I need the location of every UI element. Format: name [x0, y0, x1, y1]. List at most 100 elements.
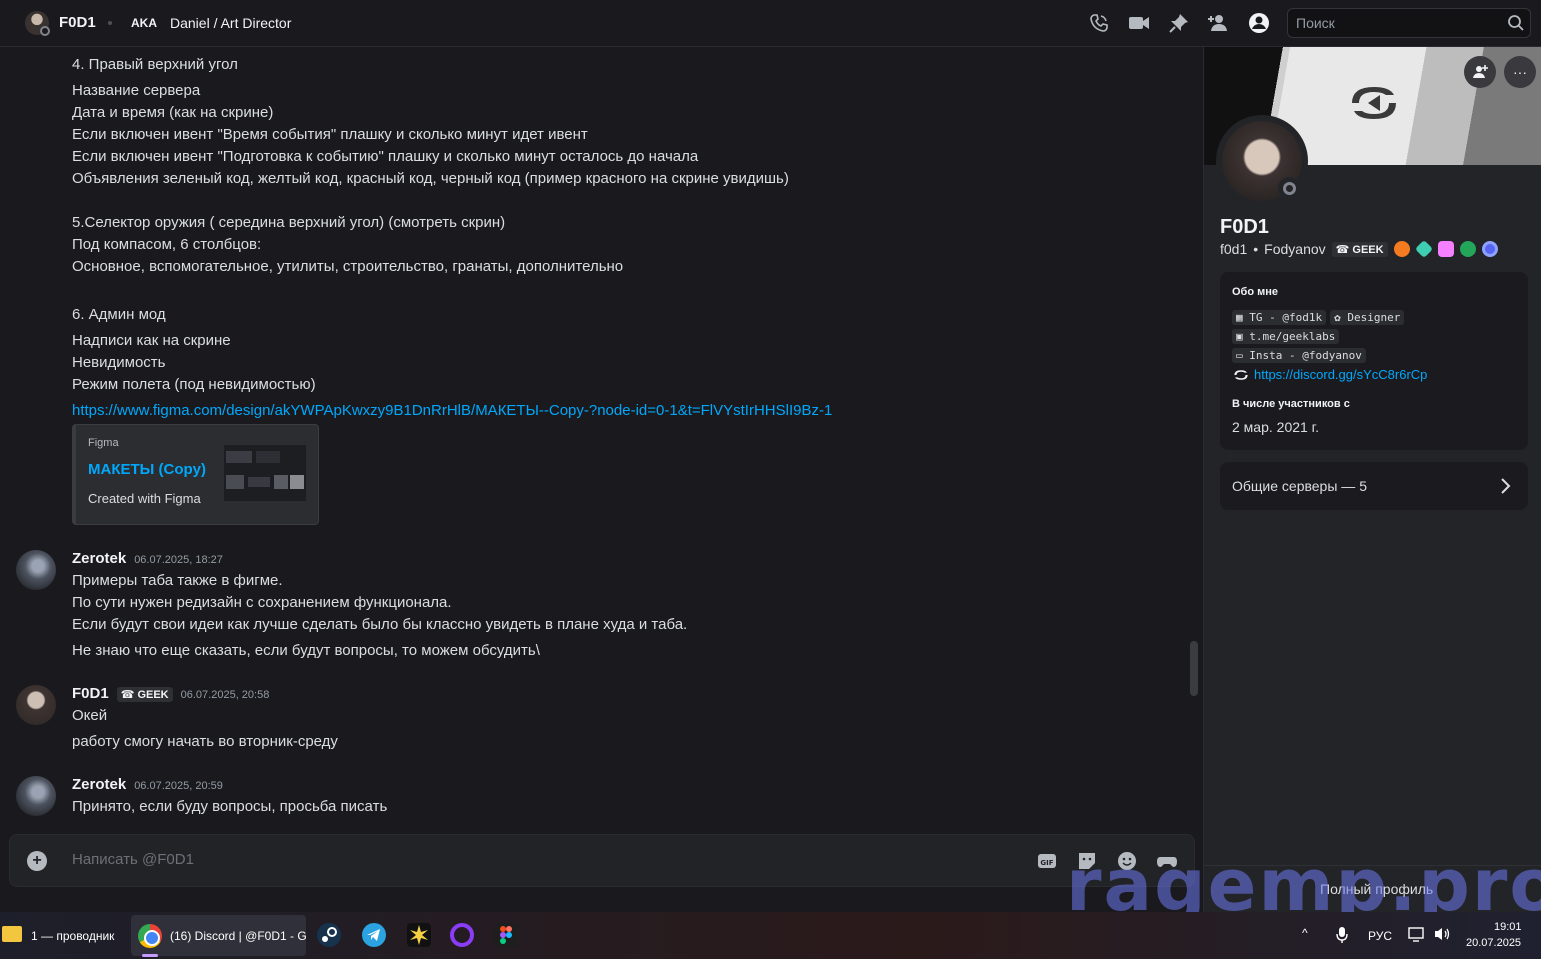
profile-display-name: F0D1 — [1220, 216, 1269, 238]
figma-link[interactable]: https://www.figma.com/design/akYWPApKwxz… — [72, 402, 832, 419]
message-line: Основное, вспомогательное, утилиты, стро… — [72, 258, 624, 275]
profile-pronouns: Fodyanov — [1264, 241, 1326, 257]
badge-hashtag-icon[interactable] — [1459, 241, 1476, 257]
author-name[interactable]: Zerotek — [72, 776, 126, 793]
message-line: Принято, если буду вопросы, просьба писа… — [72, 798, 388, 815]
steam-icon[interactable] — [317, 923, 341, 947]
message-line: Надписи как на скрине — [72, 332, 231, 349]
voice-call-icon[interactable] — [1088, 12, 1110, 34]
more-icon: ··· — [1513, 64, 1527, 80]
author-name[interactable]: F0D1 — [72, 685, 109, 702]
about-line: ▦ TG - @fod1k ✿ Designer — [1232, 310, 1405, 325]
active-indicator — [142, 954, 158, 957]
mutual-servers-row[interactable]: Общие серверы — 5 — [1220, 462, 1528, 510]
message-line: Под компасом, 6 столбцов: — [72, 236, 262, 253]
badge-nitro-icon[interactable] — [1437, 241, 1454, 257]
about-insta: ▭ Insta - @fodyanov — [1232, 348, 1366, 363]
network-icon[interactable] — [1408, 926, 1426, 942]
message-line: Объявления зеленый код, желтый код, крас… — [72, 170, 789, 187]
clock-time[interactable]: 19:01 — [1494, 921, 1522, 933]
message-line: По сути нужен редизайн с сохранением фун… — [72, 594, 452, 611]
message-line: Невидимость — [72, 354, 166, 371]
microphone-icon[interactable] — [1335, 926, 1349, 944]
separator-dot — [108, 21, 112, 25]
chevron-up-icon[interactable]: ^ — [1302, 926, 1308, 940]
embed-title[interactable]: МАКЕТЫ (Copy) — [88, 461, 206, 478]
status-offline-indicator — [1278, 177, 1300, 199]
guild-tag-label: GEEK — [1352, 243, 1384, 256]
embed-description: Created with Figma — [88, 491, 201, 506]
message-line: 5.Селектор оружия ( середина верхний уго… — [72, 214, 506, 231]
author-name[interactable]: Zerotek — [72, 550, 126, 567]
message-line: Если будут свои идеи как лучше сделать б… — [72, 616, 688, 633]
attach-plus-icon[interactable]: + — [27, 851, 47, 871]
volume-icon[interactable] — [1433, 926, 1451, 942]
search-box[interactable] — [1287, 8, 1531, 38]
message-line: работу смогу начать во вторник-среду — [72, 733, 338, 750]
telegram-icon[interactable] — [362, 923, 386, 947]
about-tg-text: TG - @fod1k — [1249, 311, 1323, 324]
chrome-icon[interactable] — [138, 924, 162, 948]
profile-username: f0d1 — [1220, 241, 1248, 257]
video-call-icon[interactable] — [1128, 12, 1150, 34]
message-line: Дата и время (как на скрине) — [72, 104, 274, 121]
add-friend-button[interactable] — [1464, 56, 1496, 88]
aka-label: AKA — [131, 16, 157, 30]
about-channel-text: t.me/geeklabs — [1249, 330, 1336, 343]
banner-logo-icon — [1352, 87, 1396, 119]
about-role: ✿ Designer — [1330, 310, 1405, 325]
taskbar-explorer[interactable]: 1 — проводник — [31, 929, 114, 943]
guild-tag-label: GEEK — [137, 689, 169, 701]
taskbar-chrome-title[interactable]: (16) Discord | @F0D1 - G — [170, 929, 307, 943]
about-card: Обо мне ▦ TG - @fod1k ✿ Designer ▣ t.me/… — [1220, 272, 1528, 450]
separator-dot: • — [1253, 241, 1259, 257]
avatar[interactable] — [16, 550, 56, 590]
timestamp: 06.07.2025, 20:58 — [180, 689, 270, 701]
message-line: Не знаю что еще сказать, если будут вопр… — [72, 642, 540, 659]
message-input[interactable] — [72, 851, 972, 868]
guild-tag[interactable]: ☎ GEEK — [1331, 241, 1388, 257]
badge-boost-icon[interactable] — [1481, 241, 1498, 257]
embed-thumbnail[interactable] — [224, 445, 306, 501]
language-indicator[interactable]: РУС — [1368, 929, 1392, 943]
guild-tag: ☎ GEEK — [116, 687, 173, 702]
timestamp: 06.07.2025, 20:59 — [134, 780, 223, 792]
badge-diamond-icon[interactable] — [1414, 239, 1433, 259]
profile-panel: ··· F0D1 f0d1 • Fodyanov ☎ GEEK Обо мне … — [1203, 47, 1541, 912]
badge-orange-icon[interactable] — [1393, 241, 1410, 257]
dm-name[interactable]: F0D1 — [59, 14, 96, 31]
os-taskbar: 1 — проводник (16) Discord | @F0D1 - G ^… — [0, 912, 1541, 959]
chevron-right-icon — [1501, 478, 1511, 494]
scrollbar-thumb[interactable] — [1190, 641, 1198, 696]
chat-area: 4. Правый верхний угол Название сервера … — [0, 47, 1203, 912]
clock-date[interactable]: 20.07.2025 — [1466, 937, 1521, 949]
ring-app-icon[interactable] — [450, 923, 474, 947]
about-line: ▭ Insta - @fodyanov — [1232, 348, 1366, 363]
message-line: Если включен ивент "Подготовка к событию… — [72, 148, 699, 165]
link-embed: Figma МАКЕТЫ (Copy) Created with Figma — [72, 424, 319, 525]
more-options-button[interactable]: ··· — [1504, 56, 1536, 88]
search-icon[interactable] — [1506, 13, 1526, 33]
member-since-date: 2 мар. 2021 г. — [1232, 419, 1319, 435]
avatar[interactable] — [16, 776, 56, 816]
pin-icon[interactable] — [1168, 12, 1190, 34]
search-input[interactable] — [1296, 15, 1496, 31]
burst-app-icon[interactable] — [407, 923, 431, 947]
message-line: Примеры таба также в фигме. — [72, 572, 283, 589]
about-tg: ▦ TG - @fod1k — [1232, 310, 1327, 325]
gif-icon[interactable]: GIF — [1036, 850, 1058, 872]
message-line: 4. Правый верхний угол — [72, 56, 238, 73]
folder-icon[interactable] — [2, 926, 22, 942]
add-friends-icon[interactable] — [1208, 12, 1230, 34]
user-profile-icon[interactable] — [1248, 12, 1270, 34]
message-composer[interactable]: + GIF — [9, 834, 1195, 887]
figma-icon[interactable] — [494, 923, 518, 947]
discord-invite-link[interactable]: https://discord.gg/sYcC8r6rCp — [1254, 367, 1427, 382]
dm-nickname: Daniel / Art Director — [170, 15, 292, 31]
about-insta-text: Insta - @fodyanov — [1249, 349, 1362, 362]
top-bar: F0D1 AKA Daniel / Art Director — [0, 0, 1541, 47]
about-role-text: Designer — [1347, 311, 1401, 324]
mutual-servers-label: Общие серверы — 5 — [1232, 478, 1367, 494]
message-header: Zerotek 06.07.2025, 18:27 — [72, 550, 223, 567]
avatar[interactable] — [16, 685, 56, 725]
